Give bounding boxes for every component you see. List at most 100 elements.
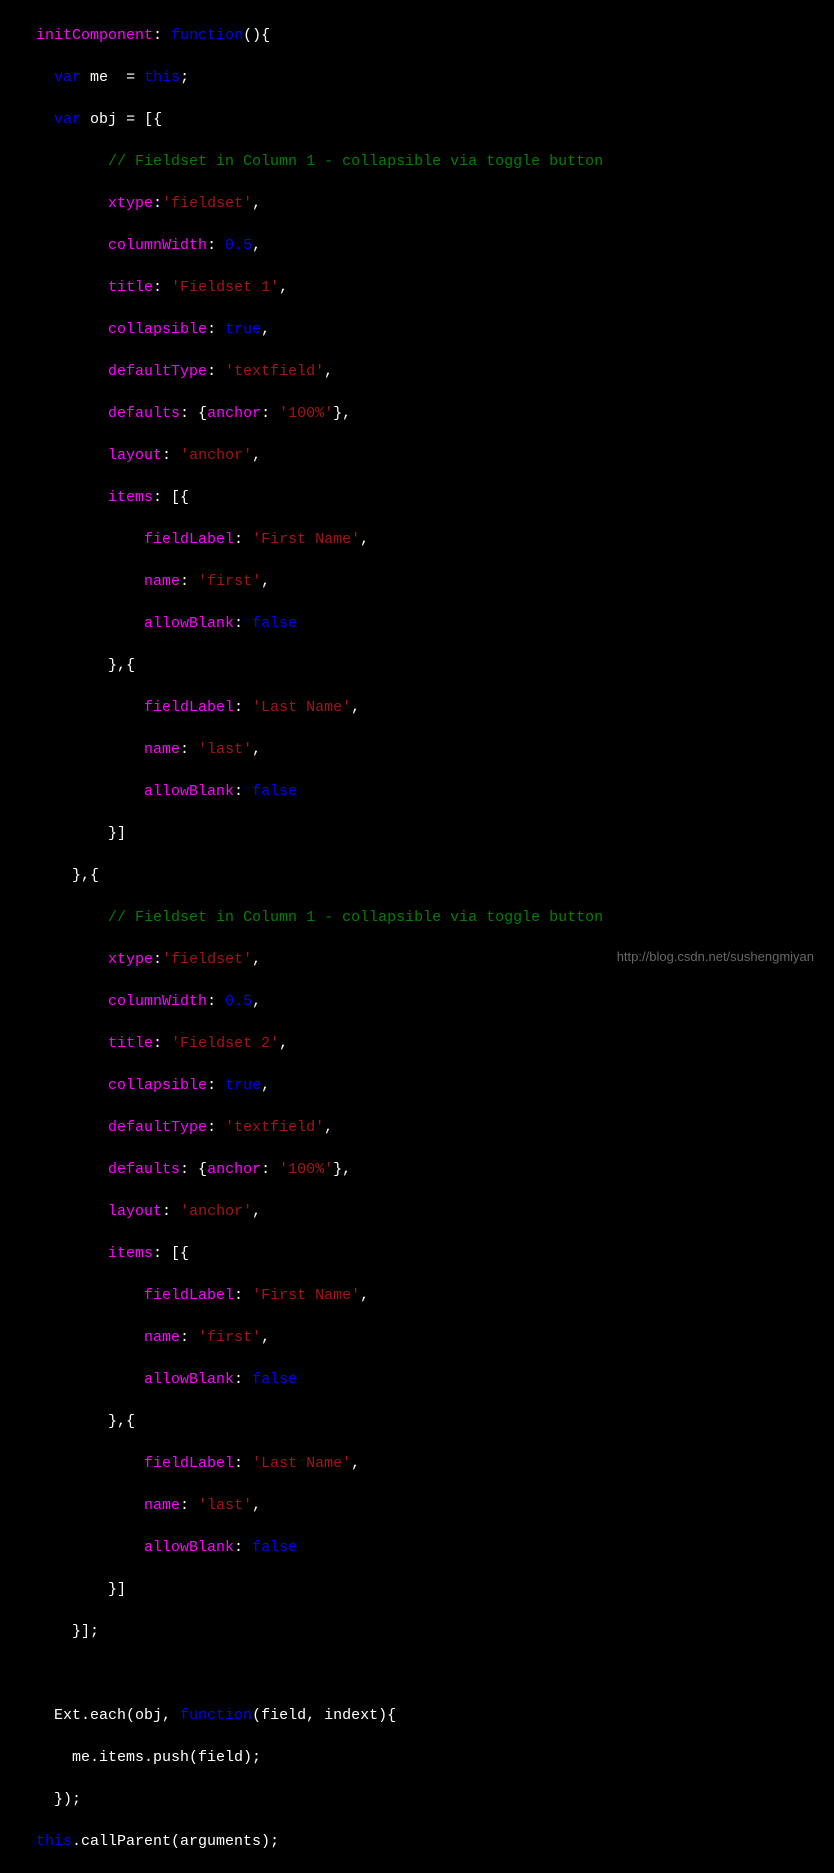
string: 'Last Name' (252, 699, 351, 716)
string: 'First Name' (252, 531, 360, 548)
keyword: var (54, 111, 81, 128)
code-line: collapsible: true, (0, 319, 834, 340)
property: name (144, 1497, 180, 1514)
string: 'Fieldset 2' (171, 1035, 279, 1052)
string: 'fieldset' (162, 195, 252, 212)
keyword: this (144, 69, 180, 86)
code-line: }] (0, 823, 834, 844)
property: anchor (207, 1161, 261, 1178)
property: name (144, 741, 180, 758)
property: fieldLabel (144, 699, 234, 716)
property: defaults (108, 405, 180, 422)
code-line: },{ (0, 655, 834, 676)
code-line: columnWidth: 0.5, (0, 991, 834, 1012)
code-line: Ext.each(obj, function(field, indext){ (0, 1705, 834, 1726)
boolean: true (225, 1077, 261, 1094)
comment: // Fieldset in Column 1 - collapsible vi… (108, 909, 603, 926)
code-line: collapsible: true, (0, 1075, 834, 1096)
code-line: defaults: {anchor: '100%'}, (0, 403, 834, 424)
boolean: false (252, 1539, 297, 1556)
code-line: defaults: {anchor: '100%'}, (0, 1159, 834, 1180)
property: initComponent (36, 27, 153, 44)
property: xtype (108, 951, 153, 968)
property: items (108, 489, 153, 506)
property: fieldLabel (144, 1455, 234, 1472)
keyword: function (180, 1707, 252, 1724)
property: allowBlank (144, 615, 234, 632)
property: fieldLabel (144, 531, 234, 548)
keyword: var (54, 69, 81, 86)
string: 'Last Name' (252, 1455, 351, 1472)
property: defaultType (108, 1119, 207, 1136)
code-line: }]; (0, 1621, 834, 1642)
keyword: function (171, 27, 243, 44)
code-line: layout: 'anchor', (0, 445, 834, 466)
string: 'first' (198, 1329, 261, 1346)
property: collapsible (108, 1077, 207, 1094)
boolean: false (252, 1371, 297, 1388)
property: allowBlank (144, 1371, 234, 1388)
code-line: },{ (0, 865, 834, 886)
property: allowBlank (144, 1539, 234, 1556)
watermark: http://blog.csdn.net/sushengmiyan (617, 948, 814, 966)
code-line: var obj = [{ (0, 109, 834, 130)
property: defaults (108, 1161, 180, 1178)
code-line: title: 'Fieldset 2', (0, 1033, 834, 1054)
property: defaultType (108, 363, 207, 380)
code-line: }); (0, 1789, 834, 1810)
property: columnWidth (108, 237, 207, 254)
code-line: allowBlank: false (0, 1537, 834, 1558)
code-line: // Fieldset in Column 1 - collapsible vi… (0, 907, 834, 928)
code-line: fieldLabel: 'Last Name', (0, 1453, 834, 1474)
string: 'textfield' (225, 1119, 324, 1136)
code-line: defaultType: 'textfield', (0, 361, 834, 382)
code-line: items: [{ (0, 1243, 834, 1264)
code-editor: initComponent: function(){ var me = this… (0, 4, 834, 1873)
property: xtype (108, 195, 153, 212)
property: name (144, 1329, 180, 1346)
code-line: }] (0, 1579, 834, 1600)
string: 'anchor' (180, 1203, 252, 1220)
property: items (108, 1245, 153, 1262)
property: title (108, 279, 153, 296)
number: 0.5 (225, 237, 252, 254)
code-line: name: 'last', (0, 1495, 834, 1516)
property: layout (108, 1203, 162, 1220)
code-line: allowBlank: false (0, 781, 834, 802)
code-line: allowBlank: false (0, 1369, 834, 1390)
comment: // Fieldset in Column 1 - collapsible vi… (108, 153, 603, 170)
code-line: fieldLabel: 'First Name', (0, 1285, 834, 1306)
number: 0.5 (225, 993, 252, 1010)
string: 'first' (198, 573, 261, 590)
code-line: fieldLabel: 'First Name', (0, 529, 834, 550)
property: anchor (207, 405, 261, 422)
property: layout (108, 447, 162, 464)
code-line: this.callParent(arguments); (0, 1831, 834, 1852)
code-line: name: 'first', (0, 571, 834, 592)
code-line: allowBlank: false (0, 613, 834, 634)
boolean: false (252, 615, 297, 632)
code-line: layout: 'anchor', (0, 1201, 834, 1222)
string: 'textfield' (225, 363, 324, 380)
code-line: title: 'Fieldset 1', (0, 277, 834, 298)
property: collapsible (108, 321, 207, 338)
string: 'First Name' (252, 1287, 360, 1304)
code-line: columnWidth: 0.5, (0, 235, 834, 256)
property: columnWidth (108, 993, 207, 1010)
property: title (108, 1035, 153, 1052)
code-line (0, 1663, 834, 1684)
code-line: name: 'first', (0, 1327, 834, 1348)
boolean: false (252, 783, 297, 800)
code-line: xtype:'fieldset', (0, 193, 834, 214)
keyword: this (36, 1833, 72, 1850)
code-line: name: 'last', (0, 739, 834, 760)
property: name (144, 573, 180, 590)
code-line: me.items.push(field); (0, 1747, 834, 1768)
string: 'Fieldset 1' (171, 279, 279, 296)
string: 'anchor' (180, 447, 252, 464)
boolean: true (225, 321, 261, 338)
code-line: defaultType: 'textfield', (0, 1117, 834, 1138)
code-line: initComponent: function(){ (0, 25, 834, 46)
string: '100%' (279, 1161, 333, 1178)
code-line: },{ (0, 1411, 834, 1432)
